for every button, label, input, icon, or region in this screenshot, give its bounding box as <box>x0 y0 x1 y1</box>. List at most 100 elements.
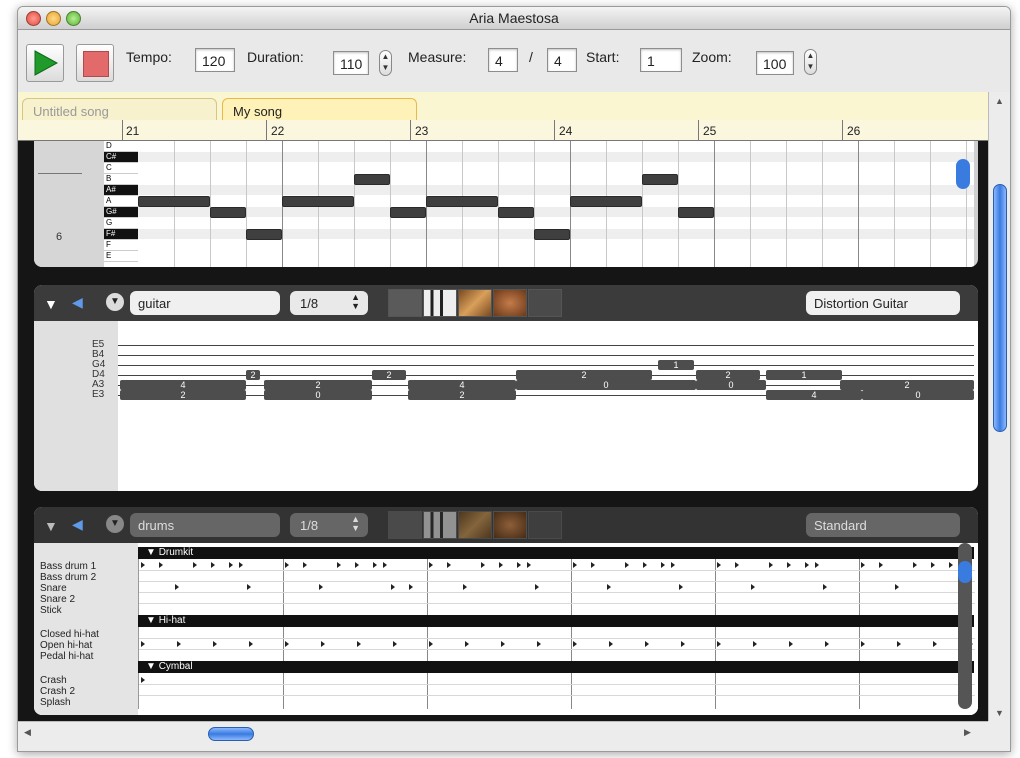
midi-note[interactable] <box>534 229 570 240</box>
hihat-grid[interactable] <box>138 627 975 661</box>
piano-roll-scroll-thumb[interactable] <box>956 159 970 189</box>
piano-key[interactable]: F <box>104 240 138 251</box>
midi-note[interactable] <box>354 174 390 185</box>
piano-key[interactable]: B <box>104 174 138 185</box>
piano-key[interactable]: D <box>104 141 138 152</box>
speaker-icon[interactable]: ◀ <box>72 516 83 533</box>
piano-key[interactable]: G <box>104 218 138 229</box>
tempo-input[interactable]: 120 <box>195 48 235 72</box>
drum-section-header[interactable]: ▼ Hi-hat <box>138 615 974 627</box>
fret-note[interactable]: 2 <box>120 390 246 400</box>
main-vertical-scrollbar[interactable]: ▲ ▼ <box>988 92 1010 721</box>
drum-scroll-thumb[interactable] <box>958 561 972 583</box>
controller-mode-icon[interactable] <box>528 511 562 539</box>
measure-denominator-input[interactable]: 4 <box>547 48 577 72</box>
drum-row-label: Crash 2 <box>40 686 76 697</box>
tab-untitled-song[interactable]: Untitled song <box>22 98 217 120</box>
cymbal-grid[interactable] <box>138 673 975 709</box>
measure-separator: / <box>529 49 533 65</box>
fret-note[interactable]: 2 <box>264 380 372 390</box>
piano-roll-grid[interactable] <box>138 141 974 267</box>
fret-note[interactable]: 2 <box>372 370 406 380</box>
midi-note[interactable] <box>678 207 714 218</box>
zoom-input[interactable]: 100 <box>756 51 794 75</box>
piano-key[interactable]: A# <box>104 185 138 196</box>
guitar-mode-icon[interactable] <box>458 511 492 539</box>
menu-circle-icon[interactable]: ▼ <box>106 293 124 311</box>
grid-value: 1/8 <box>300 296 319 311</box>
drum-grid-area[interactable]: ▼ Drumkit Bass drum 1 Bass drum 2 Snare … <box>34 543 978 715</box>
score-mode-icon[interactable] <box>388 511 422 539</box>
midi-note[interactable] <box>210 207 246 218</box>
collapse-triangle-icon[interactable]: ▼ <box>44 296 58 312</box>
drum-row-label: Stick <box>40 605 62 616</box>
fret-note[interactable]: 2 <box>696 370 760 380</box>
midi-note[interactable] <box>282 196 354 207</box>
controller-mode-icon[interactable] <box>528 289 562 317</box>
duration-stepper[interactable]: ▲ ▼ <box>379 50 392 76</box>
fret-note[interactable]: 0 <box>696 380 766 390</box>
collapse-triangle-icon[interactable]: ▼ <box>44 518 58 534</box>
tab-my-song[interactable]: My song <box>222 98 417 120</box>
piano-key[interactable]: F# <box>104 229 138 240</box>
drum-mode-icon[interactable] <box>493 289 527 317</box>
midi-note[interactable] <box>570 196 642 207</box>
piano-key[interactable]: E <box>104 251 138 262</box>
scroll-down-arrow-icon[interactable]: ▼ <box>995 708 1004 718</box>
fret-note[interactable]: 2 <box>840 380 974 390</box>
drumkit-grid[interactable] <box>138 559 975 615</box>
midi-note[interactable] <box>246 229 282 240</box>
menu-circle-icon[interactable]: ▼ <box>106 515 124 533</box>
scroll-left-arrow-icon[interactable]: ◀ <box>24 727 31 738</box>
main-horizontal-scrollbar[interactable]: ◀ ▶ <box>18 721 988 744</box>
drum-section-header[interactable]: ▼ Drumkit <box>138 547 974 559</box>
grid-selector[interactable]: 1/8 ▲ ▼ <box>290 291 368 315</box>
midi-note[interactable] <box>390 207 426 218</box>
horizontal-scroll-thumb[interactable] <box>208 727 254 741</box>
fret-note[interactable]: 0 <box>516 380 696 390</box>
zoom-stepper[interactable]: ▲ ▼ <box>804 49 817 75</box>
piano-keyboard[interactable]: D C# C B A# A G# G F# F E <box>104 141 139 267</box>
play-button[interactable] <box>26 44 64 82</box>
midi-note[interactable] <box>138 196 210 207</box>
track-name-field[interactable]: guitar <box>130 291 280 315</box>
duration-input[interactable]: 110 <box>333 51 369 75</box>
vertical-scroll-thumb[interactable] <box>993 184 1007 432</box>
keyboard-mode-icon[interactable] <box>423 289 457 317</box>
speaker-icon[interactable]: ◀ <box>72 294 83 311</box>
midi-note[interactable] <box>426 196 498 207</box>
fret-note[interactable]: 2 <box>516 370 652 380</box>
keyboard-mode-icon[interactable] <box>423 511 457 539</box>
piano-key[interactable]: A <box>104 196 138 207</box>
measure-ruler[interactable]: 21 22 23 24 25 26 <box>18 120 988 141</box>
guitar-mode-icon[interactable] <box>458 289 492 317</box>
instrument-selector[interactable]: Distortion Guitar <box>806 291 960 315</box>
scroll-up-arrow-icon[interactable]: ▲ <box>995 96 1004 106</box>
score-mode-icon[interactable] <box>388 289 422 317</box>
piano-key[interactable]: C# <box>104 152 138 163</box>
fret-note[interactable]: 4 <box>120 380 246 390</box>
fret-note[interactable]: 4 <box>408 380 516 390</box>
tablature-area[interactable]: 4 2 2 2 0 2 4 2 2 0 1 2 0 1 4 2 0 <box>118 321 978 491</box>
scroll-right-arrow-icon[interactable]: ▶ <box>964 727 971 738</box>
measure-numerator-input[interactable]: 4 <box>488 48 518 72</box>
fret-note[interactable]: 1 <box>658 360 694 370</box>
fret-note[interactable]: 0 <box>264 390 372 400</box>
piano-key[interactable]: G# <box>104 207 138 218</box>
piano-key[interactable]: C <box>104 163 138 174</box>
drum-section-header[interactable]: ▼ Cymbal <box>138 661 974 673</box>
fret-note[interactable]: 0 <box>862 390 974 400</box>
midi-note[interactable] <box>642 174 678 185</box>
fret-note[interactable]: 2 <box>408 390 516 400</box>
song-tabs: Untitled song My song <box>18 92 988 121</box>
midi-note[interactable] <box>498 207 534 218</box>
drum-mode-icon[interactable] <box>493 511 527 539</box>
fret-note[interactable]: 2 <box>246 370 260 380</box>
track-name-field[interactable]: drums <box>130 513 280 537</box>
fret-note[interactable]: 4 <box>766 390 862 400</box>
fret-note[interactable]: 1 <box>766 370 842 380</box>
instrument-selector[interactable]: Standard <box>806 513 960 537</box>
stop-button[interactable] <box>76 44 114 82</box>
grid-selector[interactable]: 1/8 ▲ ▼ <box>290 513 368 537</box>
start-input[interactable]: 1 <box>640 48 682 72</box>
